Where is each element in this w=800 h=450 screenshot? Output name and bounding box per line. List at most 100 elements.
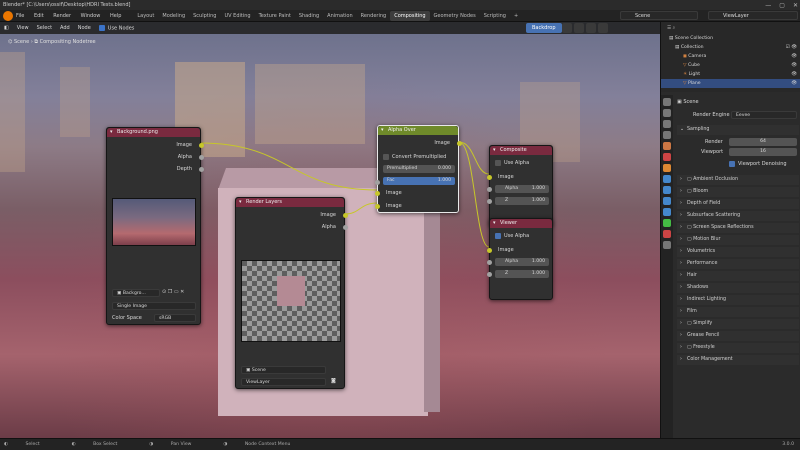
menu-edit[interactable]: Edit bbox=[34, 13, 44, 19]
input-socket[interactable] bbox=[487, 272, 492, 277]
image-browse-icons[interactable]: ⊙ ❐ ▭ ✕ bbox=[162, 289, 184, 295]
alpha-field[interactable]: Alpha 1.000 bbox=[495, 185, 549, 193]
node-header[interactable]: Alpha Over bbox=[378, 126, 458, 135]
world-tab-icon[interactable] bbox=[663, 153, 671, 161]
tab-uv-editing[interactable]: UV Editing bbox=[220, 11, 254, 21]
output-socket[interactable] bbox=[199, 167, 204, 172]
viewlayer-selector[interactable]: ViewLayer bbox=[708, 11, 798, 20]
panel-grease-pencil[interactable]: Grease Pencil bbox=[677, 331, 799, 341]
tab-modeling[interactable]: Modeling bbox=[158, 11, 189, 21]
editor-type-icon[interactable]: ◧ bbox=[4, 25, 9, 31]
outliner-item-light[interactable]: ☀ Light 👁 bbox=[661, 70, 800, 79]
source-dropdown[interactable]: Single Image bbox=[112, 302, 196, 310]
render-tab-icon[interactable] bbox=[663, 109, 671, 117]
viewport-denoising-toggle[interactable]: Viewport Denoising bbox=[729, 160, 787, 168]
tab-layout[interactable]: Layout bbox=[133, 11, 158, 21]
scene-tab-icon[interactable] bbox=[663, 142, 671, 150]
visibility-icon[interactable]: 👁 bbox=[791, 61, 797, 70]
tab-compositing[interactable]: Compositing bbox=[390, 10, 430, 21]
fac-field[interactable]: Fac 1.000 bbox=[383, 177, 455, 185]
output-socket[interactable] bbox=[343, 213, 348, 218]
render-icon[interactable]: ◙ bbox=[331, 378, 336, 384]
render-engine-dropdown[interactable]: Eevee bbox=[731, 111, 797, 119]
tab-rendering[interactable]: Rendering bbox=[357, 11, 391, 21]
filter-icon[interactable]: ☰ ⌕ bbox=[667, 26, 675, 31]
texture-tab-icon[interactable] bbox=[663, 241, 671, 249]
scene-selector[interactable]: Scene bbox=[620, 11, 698, 20]
panel-indirect-lighting[interactable]: Indirect Lighting bbox=[677, 295, 799, 305]
constraints-tab-icon[interactable] bbox=[663, 208, 671, 216]
channel-icon[interactable] bbox=[562, 23, 572, 33]
node-alpha-over[interactable]: Alpha Over Image Convert Premultiplied P… bbox=[375, 125, 462, 213]
render-samples-field[interactable]: 64 bbox=[729, 138, 797, 146]
panel-freestyle[interactable]: ▢ Freestyle bbox=[677, 343, 799, 353]
node-header[interactable]: Viewer bbox=[490, 219, 552, 228]
node-render-layers[interactable]: Render Layers Image Alpha ▣ Scene ViewLa… bbox=[235, 197, 348, 389]
panel-shadows[interactable]: Shadows bbox=[677, 283, 799, 293]
tab-shading[interactable]: Shading bbox=[295, 11, 323, 21]
tab-geometry-nodes[interactable]: Geometry Nodes bbox=[430, 11, 480, 21]
input-socket[interactable] bbox=[375, 180, 380, 185]
tab-animation[interactable]: Animation bbox=[323, 11, 357, 21]
use-alpha-toggle[interactable]: Use Alpha bbox=[490, 232, 552, 240]
backdrop-button[interactable]: Backdrop bbox=[526, 23, 562, 33]
object-tab-icon[interactable] bbox=[663, 164, 671, 172]
node-header[interactable]: Background.png bbox=[107, 128, 200, 137]
panel-color-management[interactable]: Color Management bbox=[677, 355, 799, 365]
input-socket[interactable] bbox=[375, 191, 380, 196]
data-tab-icon[interactable] bbox=[663, 219, 671, 227]
view-layer-tab-icon[interactable] bbox=[663, 131, 671, 139]
maximize-icon[interactable]: ▢ bbox=[779, 2, 785, 9]
properties-editor[interactable]: ▣ Scene Render Engine Eevee Sampling Ren… bbox=[661, 95, 800, 438]
menu-render[interactable]: Render bbox=[53, 13, 71, 19]
minimize-icon[interactable]: — bbox=[765, 2, 771, 9]
outliner-item-camera[interactable]: ◼ Camera 👁 bbox=[661, 52, 800, 61]
outliner-collection[interactable]: ▤ Collection ☑ 👁 bbox=[661, 43, 800, 52]
panel-depth-of-field[interactable]: Depth of Field bbox=[677, 199, 799, 209]
close-icon[interactable]: ✕ bbox=[793, 2, 798, 9]
channel-icon[interactable] bbox=[574, 23, 584, 33]
visibility-icon[interactable]: 👁 bbox=[791, 52, 797, 61]
node-viewer[interactable]: Viewer Use Alpha Image Alpha 1.000 Z 1.000 bbox=[487, 218, 553, 300]
menu-select[interactable]: Select bbox=[37, 25, 52, 31]
panel-hair[interactable]: Hair bbox=[677, 271, 799, 281]
input-socket[interactable] bbox=[487, 175, 492, 180]
panel-film[interactable]: Film bbox=[677, 307, 799, 317]
panel-motion-blur[interactable]: ▢ Motion Blur bbox=[677, 235, 799, 245]
input-socket[interactable] bbox=[487, 260, 492, 265]
channel-icon[interactable] bbox=[598, 23, 608, 33]
node-background-image[interactable]: Background.png Image Alpha Depth ▣ Backg… bbox=[106, 127, 204, 325]
tab-sculpting[interactable]: Sculpting bbox=[189, 11, 220, 21]
outliner-item-cube[interactable]: ▽ Cube 👁 bbox=[661, 61, 800, 70]
tool-tab-icon[interactable] bbox=[663, 98, 671, 106]
node-header[interactable]: Composite bbox=[490, 146, 552, 155]
visibility-icon[interactable]: 👁 bbox=[791, 70, 797, 79]
z-field[interactable]: Z 1.000 bbox=[495, 270, 549, 278]
outliner[interactable]: ☰ ⌕ ▤ Scene Collection ▤ Collection ☑ 👁 ◼… bbox=[661, 22, 800, 92]
panel-ambient-occlusion[interactable]: ▢ Ambient Occlusion bbox=[677, 175, 799, 185]
particles-tab-icon[interactable] bbox=[663, 186, 671, 194]
add-workspace-icon[interactable]: + bbox=[510, 11, 522, 21]
use-alpha-toggle[interactable]: Use Alpha bbox=[490, 159, 552, 167]
use-nodes-toggle[interactable]: Use Nodes bbox=[98, 24, 134, 31]
output-tab-icon[interactable] bbox=[663, 120, 671, 128]
panel-screen-space-reflections[interactable]: ▢ Screen Space Reflections bbox=[677, 223, 799, 233]
node-composite[interactable]: Composite Use Alpha Image Alpha 1.000 Z 1.… bbox=[487, 145, 553, 227]
menu-file[interactable]: File bbox=[16, 13, 24, 19]
output-socket[interactable] bbox=[457, 141, 462, 146]
panel-performance[interactable]: Performance bbox=[677, 259, 799, 269]
physics-tab-icon[interactable] bbox=[663, 197, 671, 205]
tab-scripting[interactable]: Scripting bbox=[480, 11, 510, 21]
tab-texture-paint[interactable]: Texture Paint bbox=[255, 11, 295, 21]
outliner-scene-collection[interactable]: ▤ Scene Collection bbox=[661, 34, 800, 43]
scene-field[interactable]: ▣ Scene bbox=[241, 366, 326, 374]
visibility-icon[interactable]: 👁 bbox=[791, 79, 797, 88]
blender-logo-icon[interactable] bbox=[3, 10, 13, 21]
output-socket[interactable] bbox=[199, 143, 204, 148]
visibility-icon[interactable]: ☑ 👁 bbox=[786, 43, 797, 52]
menu-node[interactable]: Node bbox=[78, 25, 91, 31]
image-selector[interactable]: ▣ Backgro... bbox=[112, 289, 160, 297]
node-header[interactable]: Render Layers bbox=[236, 198, 344, 207]
convert-premultiplied-toggle[interactable]: Convert Premultiplied bbox=[378, 153, 458, 161]
menu-help[interactable]: Help bbox=[110, 13, 121, 19]
